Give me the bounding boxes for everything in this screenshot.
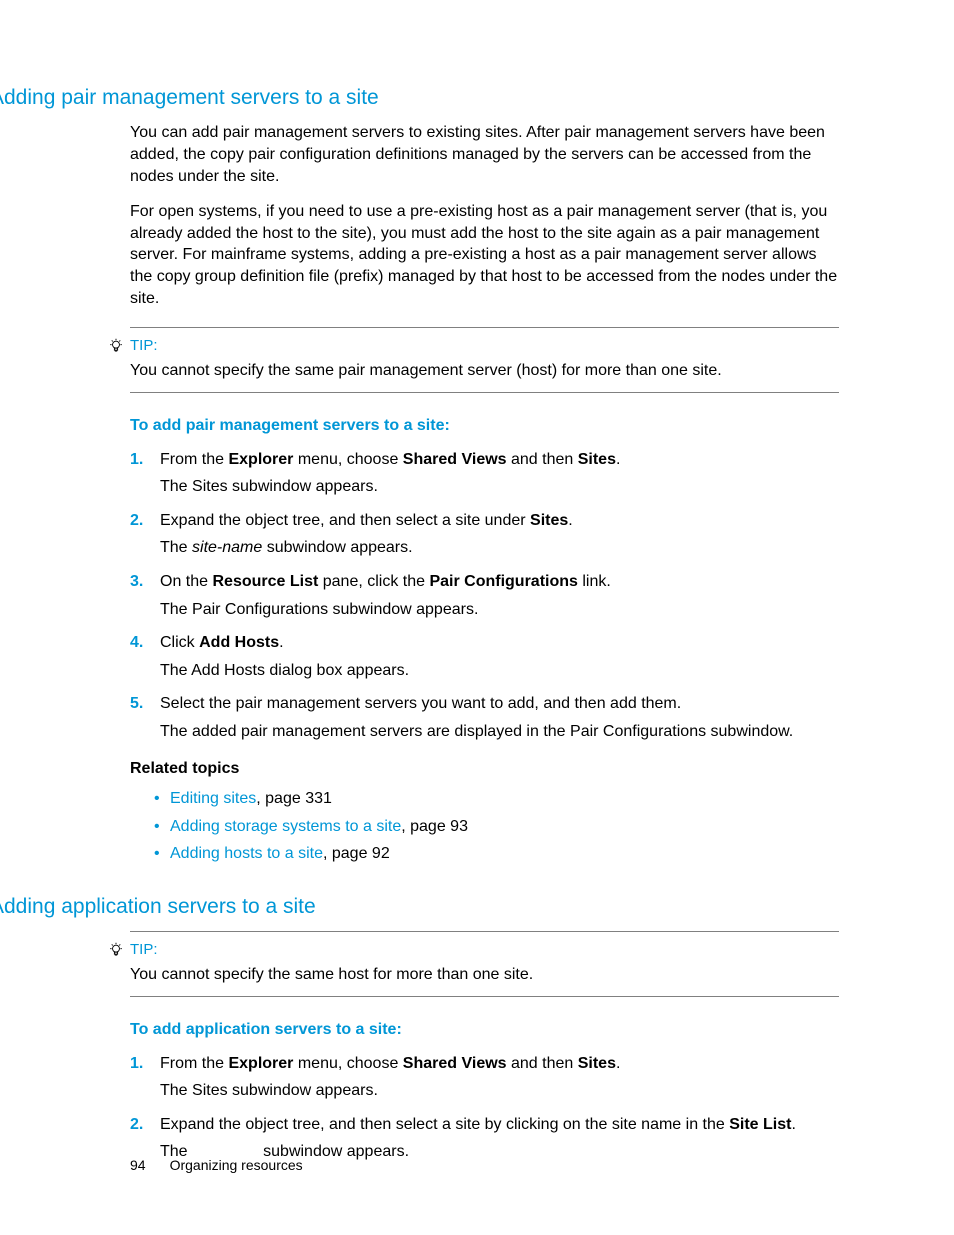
- t: and then: [507, 1055, 578, 1072]
- bold: Sites: [578, 451, 616, 468]
- step-text: On the Resource List pane, click the Pai…: [160, 571, 839, 593]
- step-text: Click Add Hosts.: [160, 632, 839, 654]
- t: From the: [160, 451, 228, 468]
- section1-body: You can add pair management servers to e…: [130, 122, 839, 865]
- tip-body-2: You cannot specify the same host for mor…: [130, 964, 839, 986]
- t: menu, choose: [293, 451, 402, 468]
- t: and then: [507, 451, 578, 468]
- page-footer: 94 Organizing resources: [130, 1156, 303, 1175]
- link-adding-storage[interactable]: Adding storage systems to a site: [170, 818, 401, 835]
- lightbulb-icon: [108, 942, 124, 958]
- procedure-title-2: To add application servers to a site:: [130, 1019, 839, 1041]
- related-item: Editing sites, page 331: [154, 788, 839, 810]
- t: link.: [578, 573, 611, 590]
- step-text: Expand the object tree, and then select …: [160, 510, 839, 532]
- para-intro-2: For open systems, if you need to use a p…: [130, 201, 839, 309]
- step-4: Click Add Hosts. The Add Hosts dialog bo…: [130, 632, 839, 681]
- t: menu, choose: [293, 1055, 402, 1072]
- t: From the: [160, 1055, 228, 1072]
- step-1: From the Explorer menu, choose Shared Vi…: [130, 1053, 839, 1102]
- t: On the: [160, 573, 212, 590]
- bold: Resource List: [212, 573, 318, 590]
- step-2: Expand the object tree, and then select …: [130, 510, 839, 559]
- t: , page 331: [256, 790, 332, 807]
- t: The: [160, 539, 192, 556]
- bold: Pair Configurations: [429, 573, 577, 590]
- step-text: From the Explorer menu, choose Shared Vi…: [160, 449, 839, 471]
- steps-list-2: From the Explorer menu, choose Shared Vi…: [130, 1053, 839, 1163]
- page: Adding pair management servers to a site…: [0, 0, 954, 1235]
- t: .: [616, 451, 620, 468]
- related-item: Adding hosts to a site, page 92: [154, 843, 839, 865]
- t: .: [279, 634, 283, 651]
- heading-app-servers: Adding application servers to a site: [0, 893, 894, 921]
- tip-body-1: You cannot specify the same pair managem…: [130, 360, 839, 382]
- heading-pair-mgmt: Adding pair management servers to a site: [0, 84, 894, 112]
- steps-list-1: From the Explorer menu, choose Shared Vi…: [130, 449, 839, 743]
- bold: Sites: [578, 1055, 616, 1072]
- tip-rule-bottom: [130, 392, 839, 393]
- t: Click: [160, 634, 199, 651]
- tip-header: TIP:: [108, 932, 839, 960]
- related-item: Adding storage systems to a site, page 9…: [154, 816, 839, 838]
- tip-block-2: TIP: You cannot specify the same host fo…: [130, 931, 839, 997]
- bold: Explorer: [228, 1055, 293, 1072]
- link-editing-sites[interactable]: Editing sites: [170, 790, 256, 807]
- step-text: Select the pair management servers you w…: [160, 693, 839, 715]
- t: Expand the object tree, and then select …: [160, 512, 530, 529]
- page-number: 94: [130, 1156, 146, 1175]
- step-1: From the Explorer menu, choose Shared Vi…: [130, 449, 839, 498]
- procedure-title-1: To add pair management servers to a site…: [130, 415, 839, 437]
- step-sub: The Sites subwindow appears.: [160, 476, 839, 498]
- step-sub: The Pair Configurations subwindow appear…: [160, 599, 839, 621]
- t: .: [568, 512, 572, 529]
- t: .: [616, 1055, 620, 1072]
- step-sub: The site-name subwindow appears.: [160, 537, 839, 559]
- chapter-title: Organizing resources: [170, 1156, 303, 1175]
- t: pane, click the: [318, 573, 429, 590]
- bold: Site List: [729, 1116, 791, 1133]
- tip-rule-bottom: [130, 996, 839, 997]
- t: .: [791, 1116, 795, 1133]
- bold: Shared Views: [403, 451, 507, 468]
- tip-label: TIP:: [130, 940, 158, 960]
- step-5: Select the pair management servers you w…: [130, 693, 839, 742]
- tip-block-1: TIP: You cannot specify the same pair ma…: [130, 327, 839, 393]
- step-sub: The added pair management servers are di…: [160, 721, 839, 743]
- bold: Explorer: [228, 451, 293, 468]
- related-topics-title: Related topics: [130, 758, 839, 780]
- link-adding-hosts[interactable]: Adding hosts to a site: [170, 845, 323, 862]
- bold: Shared Views: [403, 1055, 507, 1072]
- bold: Sites: [530, 512, 568, 529]
- lightbulb-icon: [108, 338, 124, 354]
- para-intro-1: You can add pair management servers to e…: [130, 122, 839, 187]
- step-sub: The Add Hosts dialog box appears.: [160, 660, 839, 682]
- t: subwindow appears.: [262, 539, 412, 556]
- related-topics-list: Editing sites, page 331 Adding storage s…: [154, 788, 839, 865]
- section2-body: TIP: You cannot specify the same host fo…: [130, 931, 839, 1163]
- t: Expand the object tree, and then select …: [160, 1116, 729, 1133]
- step-text: Expand the object tree, and then select …: [160, 1114, 839, 1136]
- tip-label: TIP:: [130, 336, 158, 356]
- step-3: On the Resource List pane, click the Pai…: [130, 571, 839, 620]
- t: , page 92: [323, 845, 390, 862]
- t: , page 93: [401, 818, 468, 835]
- bold: Add Hosts: [199, 634, 279, 651]
- step-text: From the Explorer menu, choose Shared Vi…: [160, 1053, 839, 1075]
- step-sub: The Sites subwindow appears.: [160, 1080, 839, 1102]
- italic: site-name: [192, 539, 262, 556]
- tip-header: TIP:: [108, 328, 839, 356]
